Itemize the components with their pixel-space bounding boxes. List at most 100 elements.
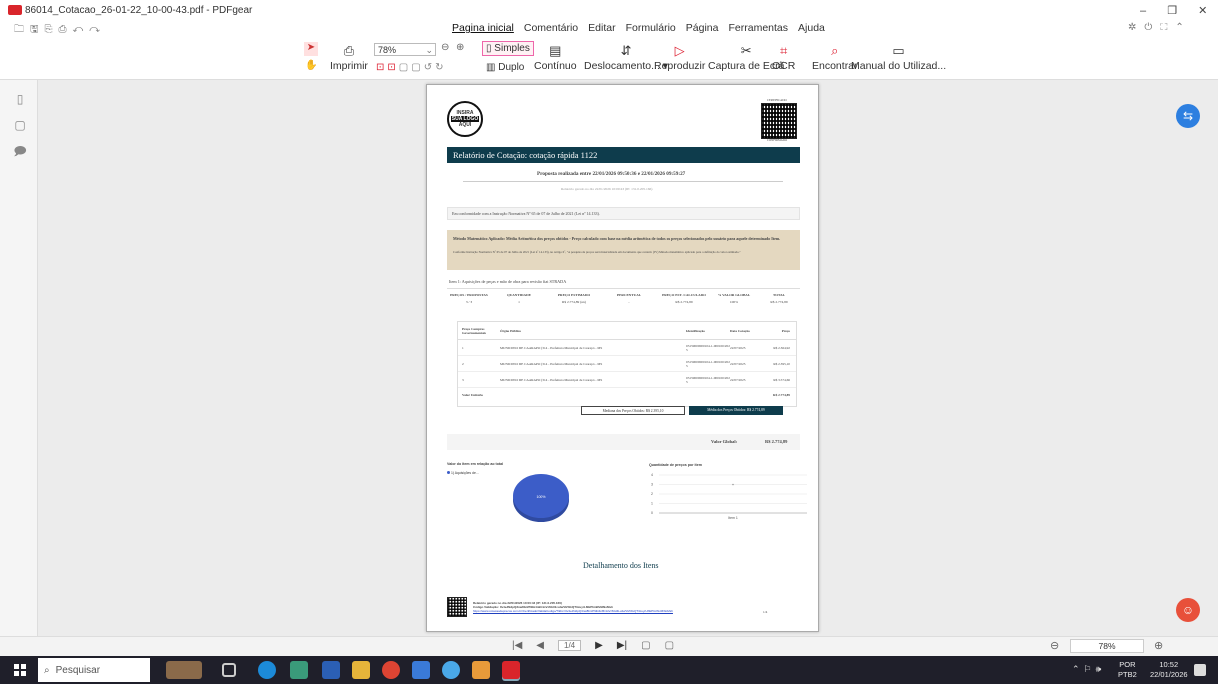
tab-formulario[interactable]: Formulário xyxy=(626,22,676,34)
select-tool-icon[interactable]: ➤ xyxy=(304,42,318,56)
detail-table: Preço Compras Governamentais Órgão Públi… xyxy=(457,321,797,407)
zoom-select[interactable]: 78% ⌄ xyxy=(374,43,436,56)
print-small-icon[interactable]: ⎙ xyxy=(59,24,73,35)
manual-icon: ▭ xyxy=(892,43,905,58)
account-icon[interactable]: ⏻ xyxy=(1144,22,1160,33)
fullscreen-icon[interactable]: ⛶ xyxy=(1160,22,1175,33)
explorer-icon[interactable] xyxy=(352,661,370,679)
files-icon[interactable] xyxy=(290,661,308,679)
ribbon-toolbar: ➤ ✋ ⎙ Imprimir 78% ⌄ ⊖ ⊕ ⊡⊡▢▢↺↻ ▯ Simple… xyxy=(0,40,1218,80)
browser-icon[interactable] xyxy=(442,661,460,679)
y-tick-label: 0 xyxy=(651,511,653,515)
status-zoom-input[interactable]: 78% xyxy=(1070,639,1144,653)
tab-comentario[interactable]: Comentário xyxy=(524,22,578,34)
tab-editar[interactable]: Editar xyxy=(588,22,615,34)
search-icon: ⌕ xyxy=(44,664,50,676)
ai-assistant-button[interactable]: ⇆ xyxy=(1176,104,1200,128)
item-title: Item 1: Aquisições de peças e mão de obr… xyxy=(449,279,567,284)
collapse-ribbon-icon[interactable]: ⌃ xyxy=(1175,22,1191,33)
detail-section-title: Detalhamento dos Itens xyxy=(583,561,659,570)
footer-page-number: 1/4 xyxy=(763,610,768,614)
chrome-icon[interactable] xyxy=(382,661,400,679)
comments-icon[interactable]: 🗩 xyxy=(13,142,27,158)
fit-page-icon[interactable]: ⊡ xyxy=(376,62,387,73)
windows-start-icon[interactable] xyxy=(14,664,26,676)
word-icon[interactable] xyxy=(322,661,340,679)
theme-icon[interactable]: ✲ xyxy=(1128,22,1144,33)
zoom-in-icon[interactable]: ⊕ xyxy=(456,42,464,53)
clock[interactable]: 10:52 22/01/2026 xyxy=(1150,660,1188,680)
close-button[interactable]: ✕ xyxy=(1198,5,1207,17)
hand-tool-icon[interactable]: ✋ xyxy=(305,60,317,71)
bookmark-icon[interactable]: ▯ xyxy=(13,92,27,106)
quick-access-toolbar: 🗀🖫⎘⎙↶↷ xyxy=(14,22,106,39)
page-input[interactable]: 1/4 xyxy=(558,640,582,651)
summary-table: PREÇOS / PROPOSTAS QUANTIDADE PREÇO ESTI… xyxy=(449,293,799,319)
double-view-button[interactable]: ▥ Duplo xyxy=(486,62,524,73)
footer-qr-icon xyxy=(447,597,467,617)
chevron-down-icon: ⌄ xyxy=(425,45,433,55)
slideshow-icon: ▷ xyxy=(674,43,685,58)
restore-button[interactable]: ❐ xyxy=(1167,5,1177,17)
language-indicator[interactable]: POR PTB2 xyxy=(1118,660,1137,680)
widget-icon[interactable] xyxy=(166,661,202,679)
app-icon[interactable] xyxy=(412,661,430,679)
notification-icon[interactable] xyxy=(1194,664,1206,676)
tab-ferramentas[interactable]: Ferramentas xyxy=(728,22,788,34)
report-subtitle: Proposta realizada entre 22/01/2026 09:5… xyxy=(537,171,686,177)
item-divider xyxy=(447,288,800,289)
undo-icon[interactable]: ↶ xyxy=(73,24,90,35)
detail-header: Preço Compras Governamentais Órgão Públi… xyxy=(458,322,796,340)
report-title-bar: Relatório de Cotação: cotação rápida 112… xyxy=(447,147,800,163)
fit-width-icon[interactable]: ⊡ xyxy=(387,62,398,73)
taskbar-search[interactable]: ⌕ Pesquisar xyxy=(38,658,150,682)
last-page-icon[interactable]: ▶| xyxy=(617,640,627,651)
tray-icons[interactable]: ⌃⚐🕪 xyxy=(1072,664,1105,675)
manual-button[interactable]: ▭ Manual do Utilizad... xyxy=(851,42,946,72)
status-zoom-in-icon[interactable]: ⊕ xyxy=(1154,639,1163,652)
thumbnails-icon[interactable]: ▢ xyxy=(13,118,27,132)
reproduce-button[interactable]: ▷ Reproduzir xyxy=(654,42,705,72)
fit-visible-icon[interactable]: ▢ xyxy=(411,62,423,73)
global-value-box: Valor Global: R$ 2.774,89 xyxy=(447,434,800,450)
print-button[interactable]: ⎙ Imprimir xyxy=(330,42,368,72)
rotate-left-icon[interactable]: ↺ xyxy=(424,62,435,73)
legend-swatch xyxy=(447,471,450,474)
scissors-icon: ✂ xyxy=(740,43,752,58)
page-edit-icon[interactable]: ▢ xyxy=(665,640,674,651)
minimize-button[interactable]: – xyxy=(1140,5,1146,17)
pdfgear-taskbar-icon[interactable] xyxy=(502,661,520,679)
chat-bot-button[interactable]: ☺ xyxy=(1176,598,1200,622)
open-icon[interactable]: 🗀 xyxy=(14,24,30,35)
summary-values: 3 / 3 1 R$ 2.774,89 (un) - R$ 2.774,89 1… xyxy=(465,300,788,304)
tab-pagina[interactable]: Página xyxy=(686,22,719,34)
zoom-out-icon[interactable]: ⊖ xyxy=(441,42,449,53)
median-box: Mediana dos Preços Obtidos: R$ 2.395,10 xyxy=(581,406,685,415)
footer-validation-link[interactable]: https://www.cotacaodeprecos.com.br/Certi… xyxy=(473,609,673,614)
bar-chart: 0 1 2 3 4 Item 1 xyxy=(651,473,807,520)
edge-icon[interactable] xyxy=(258,661,276,679)
unit-value-row: Valor Unitário R$ 2.774,89 xyxy=(462,393,790,397)
page-add-icon[interactable]: ▢ xyxy=(641,640,650,651)
share-icon[interactable]: ⎘ xyxy=(45,24,59,35)
mean-box: Média dos Preços Obtidos: R$ 2.774,89 xyxy=(689,406,783,415)
first-page-icon[interactable]: |◀ xyxy=(512,640,522,651)
simple-view-button[interactable]: ▯ Simples xyxy=(482,41,534,56)
prev-page-icon[interactable]: ◀ xyxy=(536,640,544,651)
left-sidebar: ▯ ▢ 🗩 ⌄ xyxy=(0,80,38,656)
continuous-button[interactable]: ▤ Contínuo xyxy=(534,42,577,72)
pdfgear-logo-icon xyxy=(8,5,22,15)
save-icon[interactable]: 🖫 xyxy=(30,24,45,35)
title-bar: 86014_Cotacao_26-01-22_10-00-43.pdf - PD… xyxy=(0,0,1218,40)
tab-ajuda[interactable]: Ajuda xyxy=(798,22,825,34)
notes-icon[interactable] xyxy=(472,661,490,679)
redo-icon[interactable]: ↷ xyxy=(89,24,106,35)
rotate-right-icon[interactable]: ↻ xyxy=(435,62,446,73)
status-zoom-out-icon[interactable]: ⊖ xyxy=(1050,639,1059,652)
tab-pagina-inicial[interactable]: Pagina inicial xyxy=(452,22,514,34)
taskbar: ⌕ Pesquisar ⌃⚐🕪 POR PTB2 10:52 22/01/202… xyxy=(0,656,1218,684)
task-view-icon[interactable] xyxy=(222,663,236,677)
actual-size-icon[interactable]: ▢ xyxy=(399,62,411,73)
ocr-button[interactable]: ⌗ OCR xyxy=(772,42,795,72)
next-page-icon[interactable]: ▶ xyxy=(595,640,603,651)
